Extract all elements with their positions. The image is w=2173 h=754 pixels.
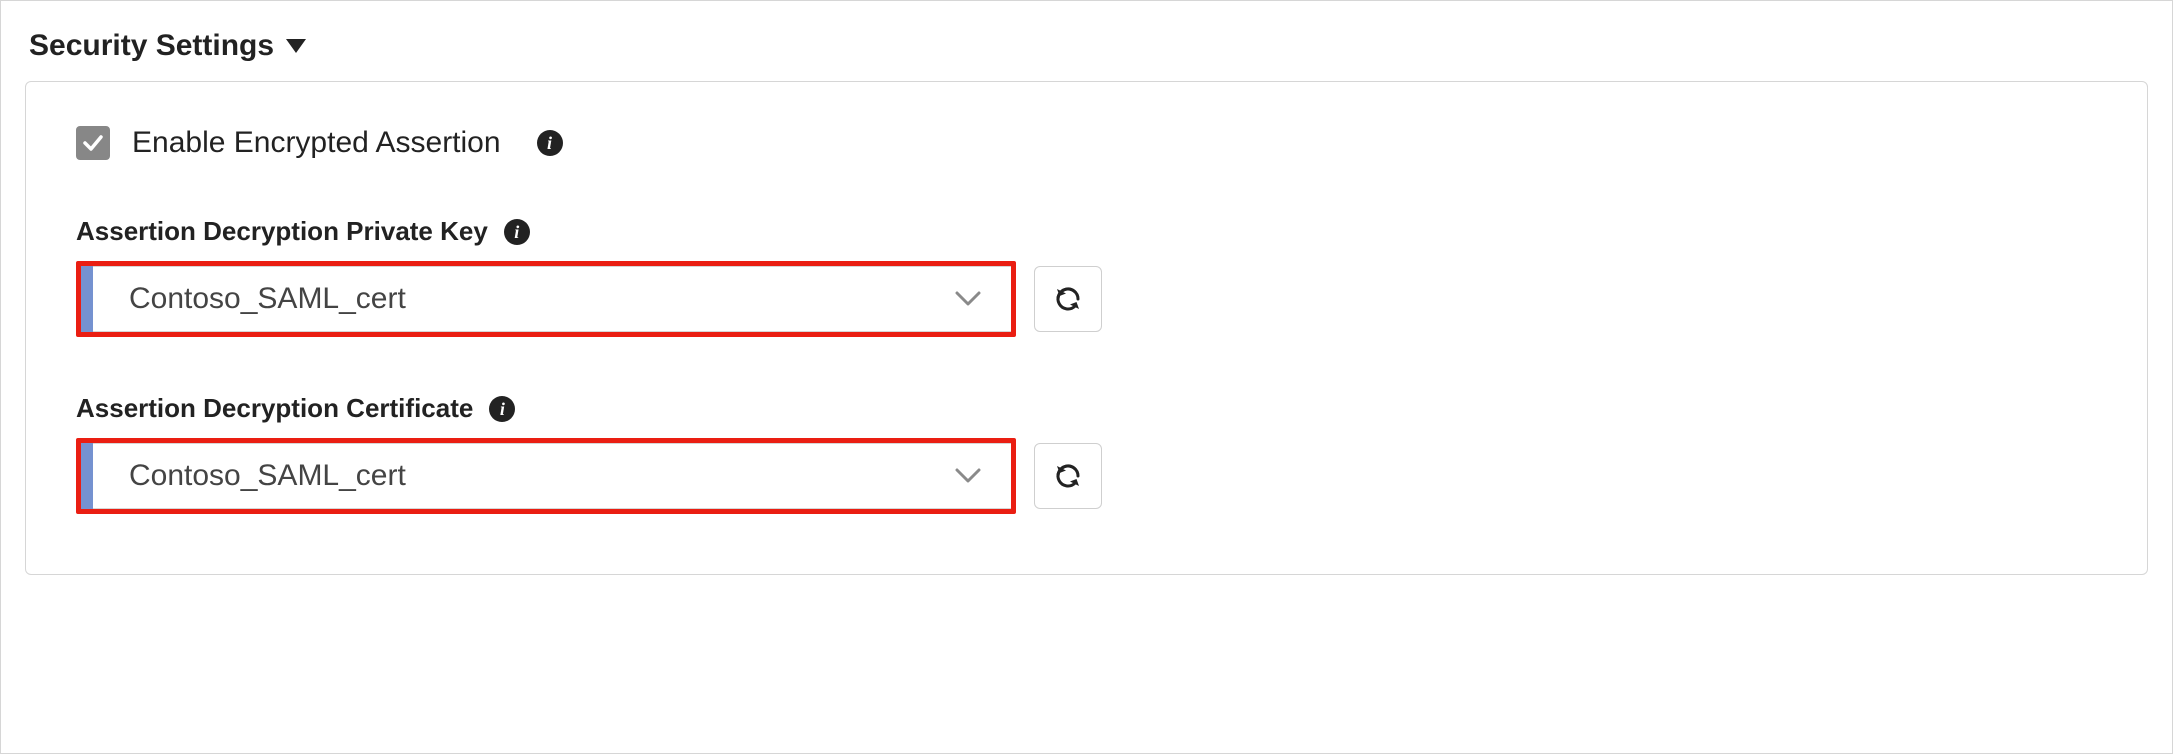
chevron-down-icon xyxy=(955,291,981,307)
page-root: Security Settings Enable Encrypted Asser… xyxy=(0,0,2173,754)
info-icon[interactable]: i xyxy=(489,396,515,422)
select-accent-bar xyxy=(81,443,93,509)
certificate-value: Contoso_SAML_cert xyxy=(129,459,406,493)
settings-panel: Enable Encrypted Assertion i Assertion D… xyxy=(25,81,2148,575)
certificate-field-group: Assertion Decryption Certificate i Conto… xyxy=(76,393,2097,514)
private-key-label: Assertion Decryption Private Key xyxy=(76,216,488,247)
private-key-control-row: Contoso_SAML_cert xyxy=(76,261,2097,337)
info-icon[interactable]: i xyxy=(504,219,530,245)
certificate-label-row: Assertion Decryption Certificate i xyxy=(76,393,2097,424)
private-key-select[interactable]: Contoso_SAML_cert xyxy=(76,261,1016,337)
refresh-icon xyxy=(1052,283,1084,315)
certificate-refresh-button[interactable] xyxy=(1034,443,1102,509)
chevron-down-icon xyxy=(955,468,981,484)
enable-encrypted-assertion-checkbox[interactable] xyxy=(76,126,110,160)
caret-down-icon xyxy=(286,39,306,53)
info-icon[interactable]: i xyxy=(537,130,563,156)
private-key-value: Contoso_SAML_cert xyxy=(129,282,406,316)
certificate-select[interactable]: Contoso_SAML_cert xyxy=(76,438,1016,514)
certificate-control-row: Contoso_SAML_cert xyxy=(76,438,2097,514)
select-accent-bar xyxy=(81,266,93,332)
enable-encrypted-assertion-label: Enable Encrypted Assertion xyxy=(132,126,501,160)
private-key-field-group: Assertion Decryption Private Key i Conto… xyxy=(76,216,2097,337)
enable-encrypted-assertion-row: Enable Encrypted Assertion i xyxy=(76,126,2097,160)
section-title: Security Settings xyxy=(29,29,274,63)
refresh-icon xyxy=(1052,460,1084,492)
select-body: Contoso_SAML_cert xyxy=(93,443,1011,509)
certificate-label: Assertion Decryption Certificate xyxy=(76,393,473,424)
select-body: Contoso_SAML_cert xyxy=(93,266,1011,332)
private-key-refresh-button[interactable] xyxy=(1034,266,1102,332)
section-header[interactable]: Security Settings xyxy=(1,1,2172,63)
private-key-label-row: Assertion Decryption Private Key i xyxy=(76,216,2097,247)
